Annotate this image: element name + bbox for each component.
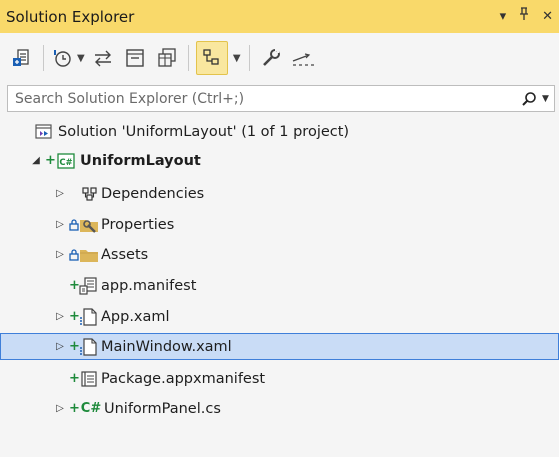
sync-arrows-icon [92,47,114,69]
properties-button[interactable] [257,41,285,75]
preview-selected-items-button[interactable] [195,41,228,75]
sync-with-active-document-button[interactable] [89,41,117,75]
lock-icon [68,211,79,238]
tree-row-properties[interactable]: ▷ Properties [0,211,559,238]
tree-row-package-appxmanifest[interactable]: + Package.appxmanifest [0,365,559,392]
properties-folder-icon [79,211,99,238]
project-label: UniformLayout [80,152,201,169]
tree-item-label: Package.appxmanifest [101,370,266,387]
dependencies-icon [80,180,100,207]
search-icon[interactable] [516,87,542,111]
search-input[interactable] [8,86,516,111]
lock-icon [68,241,79,268]
added-plus-icon: + [69,371,80,386]
csharp-file-icon: C# [80,401,102,416]
added-plus-icon: + [69,401,80,416]
csharp-project-icon: C# [56,147,76,174]
tree-row-project[interactable]: ◢ + C# UniformLayout [0,147,559,174]
tree-item-label: App.xaml [101,308,170,325]
close-icon[interactable]: ✕ [542,9,553,24]
pin-icon[interactable] [518,7,530,25]
xaml-file-icon [79,303,99,330]
toolbar-separator [187,45,189,71]
tree-item-label: MainWindow.xaml [101,338,232,355]
pending-changes-filter-button[interactable]: ▼ [51,41,85,75]
tree-item-label: Assets [101,246,149,263]
panel-title-bar: Solution Explorer ▾ ✕ [0,0,559,33]
collapsed-arrow-icon[interactable]: ▷ [54,395,66,422]
tree-item-label: app.manifest [101,277,197,294]
collapse-all-icon [124,47,146,69]
tree-row-assets[interactable]: ▷ Assets [0,241,559,268]
collapsed-arrow-icon[interactable]: ▷ [54,333,66,360]
solution-icon [34,118,54,145]
chevron-down-icon: ▼ [232,52,241,64]
switch-views-icon [11,47,33,69]
collapsed-arrow-icon[interactable]: ▷ [54,241,66,268]
show-all-files-button[interactable] [153,41,181,75]
preview-button[interactable] [289,41,317,75]
collapsed-arrow-icon[interactable]: ▷ [54,211,66,238]
expanded-arrow-icon[interactable]: ◢ [30,147,42,174]
added-plus-icon: + [69,309,80,324]
solution-explorer-toolbar: ▼ ▼ [0,33,559,83]
view-options-dropdown[interactable]: ▼ [228,41,242,75]
tree-row-dependencies[interactable]: ▷ Dependencies [0,180,559,207]
switch-views-button[interactable] [8,41,36,75]
toolbar-separator [43,45,44,71]
wrench-icon [260,47,282,69]
tree-row-solution[interactable]: Solution 'UniformLayout' (1 of 1 project… [0,118,559,145]
history-clock-icon [51,47,73,69]
toolbar-separator [248,45,250,71]
tree-item-label: Properties [101,216,175,233]
panel-title: Solution Explorer [6,7,135,26]
tree-view-icon [201,47,223,69]
solution-label: Solution 'UniformLayout' (1 of 1 project… [58,123,350,140]
show-all-files-icon [156,47,178,69]
search-box: ▼ [7,85,555,112]
collapsed-arrow-icon[interactable]: ▷ [54,303,66,330]
tree-row-app-xaml[interactable]: ▷ + App.xaml [0,303,559,330]
collapse-all-button[interactable] [121,41,149,75]
folder-icon [79,241,99,268]
title-controls: ▾ ✕ [500,7,553,25]
search-options-dropdown-icon[interactable]: ▼ [542,94,554,104]
added-plus-icon: + [45,153,56,168]
preview-pen-icon [291,47,315,69]
window-position-dropdown-icon[interactable]: ▾ [500,9,507,24]
tree-row-uniformpanel-cs[interactable]: ▷ + C# UniformPanel.cs [0,395,559,422]
tree-item-label: UniformPanel.cs [104,400,221,417]
added-plus-icon: + [69,339,80,354]
tree-row-app-manifest[interactable]: + app.manifest [0,272,559,299]
tree-row-mainwindow-xaml[interactable]: ▷ + MainWindow.xaml [0,333,559,360]
xaml-file-icon [79,333,99,360]
collapsed-arrow-icon[interactable]: ▷ [54,180,66,207]
chevron-down-icon[interactable]: ▼ [77,53,85,64]
added-plus-icon: + [69,278,80,293]
project-badge-text: C# [59,158,72,168]
appxmanifest-file-icon [79,365,99,392]
manifest-file-icon [79,272,99,299]
tree-item-label: Dependencies [101,185,205,202]
